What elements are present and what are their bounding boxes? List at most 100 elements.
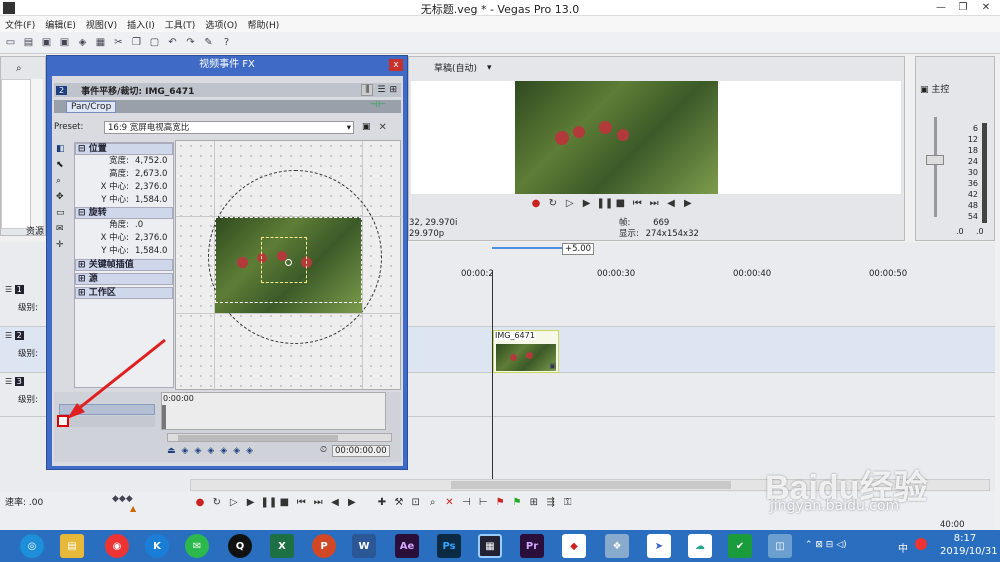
help-icon[interactable]: ? [219, 35, 234, 50]
menu-options[interactable]: 选项(O) [200, 18, 242, 31]
play-from-start-icon[interactable]: ▷ [227, 497, 241, 508]
save-as-icon[interactable]: ▣ [57, 35, 72, 50]
feishu-icon[interactable]: ➤ [647, 534, 671, 558]
pause-icon[interactable]: ❚❚ [261, 497, 278, 508]
tab-pan-crop[interactable]: Pan/Crop [66, 100, 117, 113]
prop-x-center[interactable]: X 中心: 2,376.0 [75, 181, 173, 194]
chevron-down-icon[interactable]: ▾ [487, 63, 492, 73]
prop-angle[interactable]: 角度: .0 [75, 219, 173, 232]
qq-icon[interactable]: Q [228, 534, 252, 558]
photoshop-icon[interactable]: Ps [437, 534, 461, 558]
next-keyframe-icon[interactable]: ◈ [233, 446, 240, 456]
prev-keyframe-icon[interactable]: ◈ [194, 446, 201, 456]
stop-icon[interactable]: ■ [613, 198, 627, 209]
next-frame-icon[interactable]: ▶ [345, 497, 359, 508]
prop-rotation-x-center[interactable]: X 中心: 2,376.0 [75, 232, 173, 245]
last-keyframe-icon[interactable]: ◈ [246, 446, 253, 456]
crop-center-handle[interactable] [285, 259, 292, 266]
add-keyframe-icon[interactable]: ◈ [207, 446, 214, 456]
prop-width[interactable]: 宽度: 4,752.0 [75, 155, 173, 168]
master-fader[interactable] [926, 155, 944, 165]
app-icon-window[interactable]: ◫ [768, 534, 792, 558]
section-rotation[interactable]: ⊟ 旋转 [75, 207, 173, 219]
menu-insert[interactable]: 插入(I) [122, 18, 160, 31]
netease-music-icon[interactable]: ◉ [105, 534, 129, 558]
move-freely-icon[interactable]: ✛ [56, 240, 72, 256]
prop-height[interactable]: 高度: 2,673.0 [75, 168, 173, 181]
snap-icon[interactable]: ⊞ [527, 497, 541, 508]
render-icon[interactable]: ◈ [75, 35, 90, 50]
zoom-icon[interactable]: ⌕ [56, 176, 72, 192]
save-icon[interactable]: ▣ [39, 35, 54, 50]
excel-icon[interactable]: X [270, 534, 294, 558]
region-icon[interactable]: ⚑ [510, 497, 524, 508]
loop-icon[interactable]: ↻ [210, 497, 224, 508]
collapse-icon[interactable]: ⊟ [78, 208, 86, 218]
expand-icon[interactable]: ⊞ [78, 260, 86, 270]
menu-tools[interactable]: 工具(T) [160, 18, 201, 31]
minimize-button[interactable]: — [930, 0, 952, 16]
preset-dropdown[interactable]: 16:9 宽屏电视高宽比 ▾ [104, 120, 354, 134]
loop-icon[interactable]: ↻ [546, 198, 560, 209]
zoom-edit-icon[interactable]: ⌕ [426, 497, 440, 508]
move-icon[interactable]: ✥ [56, 192, 72, 208]
pause-icon[interactable]: ❚❚ [597, 198, 614, 209]
close-button[interactable]: ✕ [975, 0, 997, 16]
cut-icon[interactable]: ✂ [111, 35, 126, 50]
rate-slider-icon[interactable]: ◆◆◆ [112, 494, 133, 504]
auto-ripple-icon[interactable]: ⇶ [544, 497, 558, 508]
premiere-icon[interactable]: Pr [520, 534, 544, 558]
scrollbar-thumb[interactable] [451, 481, 731, 489]
track-menu-icon[interactable]: ☰ [5, 331, 12, 340]
clip-fx-icon[interactable]: ▣ [549, 362, 556, 370]
section-keyframe[interactable]: ⊞ 关键帧插值 [75, 259, 173, 271]
keyframe-time-display[interactable]: 00:00:00.00 [332, 445, 390, 457]
new-icon[interactable]: ▭ [3, 35, 18, 50]
redo-icon[interactable]: ↷ [183, 35, 198, 50]
crop-center-box[interactable] [261, 237, 307, 283]
restore-button[interactable]: ❐ [952, 0, 974, 16]
word-icon[interactable]: W [352, 534, 376, 558]
play-icon[interactable]: ▶ [580, 198, 594, 209]
powerpoint-icon[interactable]: P [312, 534, 336, 558]
file-explorer-icon[interactable]: ▤ [60, 534, 84, 558]
delete-icon[interactable]: ✕ [443, 497, 457, 508]
menu-file[interactable]: 文件(F) [0, 18, 40, 31]
dialog-close-button[interactable]: x [389, 59, 403, 71]
go-end-icon[interactable]: ⏭ [647, 198, 661, 209]
expand-icon[interactable]: ⊞ [78, 288, 86, 298]
app-icon-blue[interactable]: ❖ [605, 534, 629, 558]
go-start-icon[interactable]: ⏮ [630, 198, 644, 209]
lock-aspect-icon[interactable]: ▭ [56, 208, 72, 224]
track-menu-icon[interactable]: ☰ [5, 285, 12, 294]
collapse-icon[interactable]: ⊟ [78, 144, 86, 154]
sogou-icon[interactable] [915, 538, 927, 550]
crop-workspace[interactable] [175, 140, 402, 391]
wechat-icon[interactable]: ✉ [185, 534, 209, 558]
fx-grid-icon[interactable]: ⊞ [389, 85, 397, 95]
preview-quality-dropdown[interactable]: 草稿(自动) [434, 61, 477, 74]
vegas-icon[interactable]: ▦ [478, 534, 502, 558]
paste-icon[interactable]: ▢ [147, 35, 162, 50]
delete-preset-icon[interactable]: ✕ [379, 122, 387, 133]
clock[interactable]: 8:17 2019/10/31 [940, 532, 998, 558]
go-end-icon[interactable]: ⏭ [311, 497, 325, 508]
selection-edit-icon[interactable]: ⊡ [409, 497, 423, 508]
size-about-center-icon[interactable]: ✉ [56, 224, 72, 240]
track-menu-icon[interactable]: ☰ [5, 377, 12, 386]
keyframe-scroll-thumb[interactable] [178, 435, 338, 441]
browser-icon[interactable]: ◎ [20, 534, 44, 558]
save-preset-icon[interactable]: ▣ [362, 122, 371, 132]
explorer-scrollbar[interactable] [31, 79, 43, 229]
go-start-icon[interactable]: ⏮ [294, 497, 308, 508]
first-keyframe-icon[interactable]: ◈ [182, 446, 189, 456]
section-source[interactable]: ⊞ 源 [75, 273, 173, 285]
section-workspace[interactable]: ⊞ 工作区 [75, 287, 173, 299]
explorer-tab[interactable]: 资源 [26, 224, 44, 237]
properties-icon[interactable]: ▦ [93, 35, 108, 50]
explorer-search-icon[interactable]: ⌕ [16, 63, 22, 74]
stop-icon[interactable]: ■ [277, 497, 291, 508]
record-icon[interactable]: ● [193, 497, 207, 508]
menu-view[interactable]: 视图(V) [81, 18, 122, 31]
menu-edit[interactable]: 编辑(E) [40, 18, 81, 31]
